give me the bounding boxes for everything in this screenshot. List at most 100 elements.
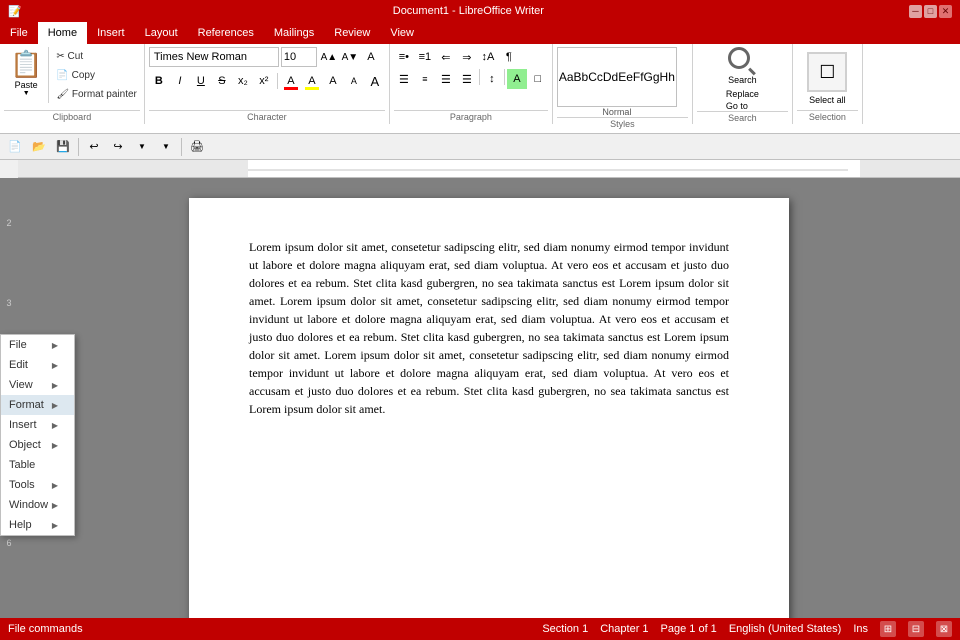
print-button[interactable]: 🖨 [186,136,208,158]
undo-dropdown-button[interactable]: ▼ [131,136,153,158]
document-page: Lorem ipsum dolor sit amet, consetetur s… [189,198,789,618]
align-right-button[interactable]: ☰ [436,69,456,89]
menu-mailings[interactable]: Mailings [264,22,324,44]
strikethrough-button[interactable]: S [212,71,232,91]
ruler [18,160,960,178]
save-button[interactable]: 💾 [52,136,74,158]
app-icon: 📝 [8,5,22,18]
border-button[interactable]: □ [528,69,548,89]
goto-button[interactable]: Go to [726,101,759,111]
format-dropdown-menu: File ▶ Edit ▶ View ▶ Format ▶ Insert ▶ O… [0,334,75,536]
align-justify-button[interactable]: ☰ [457,69,477,89]
subscript-button[interactable]: x₂ [233,71,253,91]
new-document-button[interactable]: 📄 [4,136,26,158]
status-section: Section 1 [542,623,588,635]
cut-button[interactable]: ✂ Cut [53,47,140,65]
selection-group-label: Selection [797,110,858,122]
redo-button[interactable]: ↪ [107,136,129,158]
toolbar-separator-2 [181,138,182,156]
font-shrink-button[interactable]: A [344,71,364,91]
dropdown-insert[interactable]: Insert ▶ [1,415,74,435]
status-right: Section 1 Chapter 1 Page 1 of 1 English … [542,621,952,637]
title-bar: 📝 Document1 - LibreOffice Writer ─ □ ✕ [0,0,960,22]
superscript-button[interactable]: x² [254,71,274,91]
dropdown-window[interactable]: Window ▶ [1,495,74,515]
decrease-font-button[interactable]: A▼ [340,47,360,67]
search-button[interactable]: Search [728,47,757,85]
italic-button[interactable]: I [170,71,190,91]
menu-references[interactable]: References [188,22,264,44]
list-bullet-button[interactable]: ≡• [394,47,414,67]
menu-insert[interactable]: Insert [87,22,135,44]
menu-file[interactable]: File [0,22,38,44]
document-scroll: Lorem ipsum dolor sit amet, consetetur s… [18,178,960,618]
close-button[interactable]: ✕ [939,5,952,18]
decrease-indent-button[interactable]: ⇐ [436,47,456,67]
styles-group-label: Styles [557,117,688,129]
show-marks-button[interactable]: ¶ [499,47,519,67]
font-grow-button[interactable]: A [365,71,385,91]
main-area: 2 3 4 5 6 Lorem ipsum dolor sit amet, co… [0,178,960,618]
menu-bar: File Home Insert Layout References Maili… [0,22,960,44]
dropdown-format[interactable]: Format ▶ [1,395,74,415]
replace-button[interactable]: Replace [726,89,759,99]
align-left-button[interactable]: ☰ [394,69,414,89]
ribbon: 📋 Paste ▼ ✂ Cut 📄 Copy 🖌 Format painter … [0,44,960,134]
paragraph-group: ≡• ≡1 ⇐ ⇒ ↕A ¶ ☰ ≡ ☰ ☰ ↕ A □ Paragraph [390,44,553,124]
paste-button[interactable]: 📋 Paste ▼ [4,47,49,103]
status-ins-mode: Ins [853,623,868,635]
select-all-button[interactable]: Select all [809,95,846,105]
minimize-button[interactable]: ─ [909,5,922,18]
dropdown-object[interactable]: Object ▶ [1,435,74,455]
maximize-button[interactable]: □ [924,5,937,18]
dropdown-file[interactable]: File ▶ [1,335,74,355]
title-bar-text: Document1 - LibreOffice Writer [28,5,909,17]
line-spacing-button[interactable]: ↕ [482,69,502,89]
status-icon-3[interactable]: ⊠ [936,621,952,637]
open-file-button[interactable]: 📂 [28,136,50,158]
shading-button[interactable]: A [507,69,527,89]
redo-dropdown-button[interactable]: ▼ [155,136,177,158]
status-icon-1[interactable]: ⊞ [880,621,896,637]
margin-num-6: 6 [0,538,18,618]
paragraph-group-label: Paragraph [394,110,548,122]
menu-home[interactable]: Home [38,22,87,44]
document-text[interactable]: Lorem ipsum dolor sit amet, consetetur s… [249,238,729,418]
margin-num-2: 2 [0,218,18,298]
dropdown-tools[interactable]: Tools ▶ [1,475,74,495]
clipboard-label: Clipboard [4,110,140,122]
text-color-button[interactable]: A [281,71,301,91]
list-number-button[interactable]: ≡1 [415,47,435,67]
dropdown-help[interactable]: Help ▶ [1,515,74,535]
increase-font-button[interactable]: A▲ [319,47,339,67]
bold-button[interactable]: B [149,71,169,91]
toolbar-separator-1 [78,138,79,156]
format-painter-button[interactable]: 🖌 Format painter [53,85,140,103]
increase-indent-button[interactable]: ⇒ [457,47,477,67]
dropdown-view[interactable]: View ▶ [1,375,74,395]
dropdown-edit[interactable]: Edit ▶ [1,355,74,375]
select-all-icon[interactable]: ☐ [807,52,847,92]
sort-button[interactable]: ↕A [478,47,498,67]
menu-review[interactable]: Review [324,22,380,44]
search-group-label: Search [697,111,788,123]
styles-group: AaBbCcDdEeFfGgHh Normal Styles [553,44,693,124]
style-name: Normal [602,107,631,117]
clear-format-button[interactable]: A [361,47,381,67]
status-icon-2[interactable]: ⊟ [908,621,924,637]
underline-button[interactable]: U [191,71,211,91]
font-name-input[interactable] [149,47,279,67]
style-preview-text: AaBbCcDdEeFfGgHh [559,70,675,84]
undo-button[interactable]: ↩ [83,136,105,158]
align-center-button[interactable]: ≡ [415,69,435,89]
dropdown-table[interactable]: Table [1,455,74,475]
copy-button[interactable]: 📄 Copy [53,66,140,84]
font-size-input[interactable] [281,47,317,67]
font-group-label: Character [149,110,385,122]
style-normal-button[interactable]: AaBbCcDdEeFfGgHh Normal [557,47,677,117]
toolbar: 📄 📂 💾 ↩ ↪ ▼ ▼ 🖨 [0,134,960,160]
menu-view[interactable]: View [380,22,424,44]
highlight-button[interactable]: A [302,71,322,91]
font-effect-button[interactable]: A [323,71,343,91]
menu-layout[interactable]: Layout [135,22,188,44]
